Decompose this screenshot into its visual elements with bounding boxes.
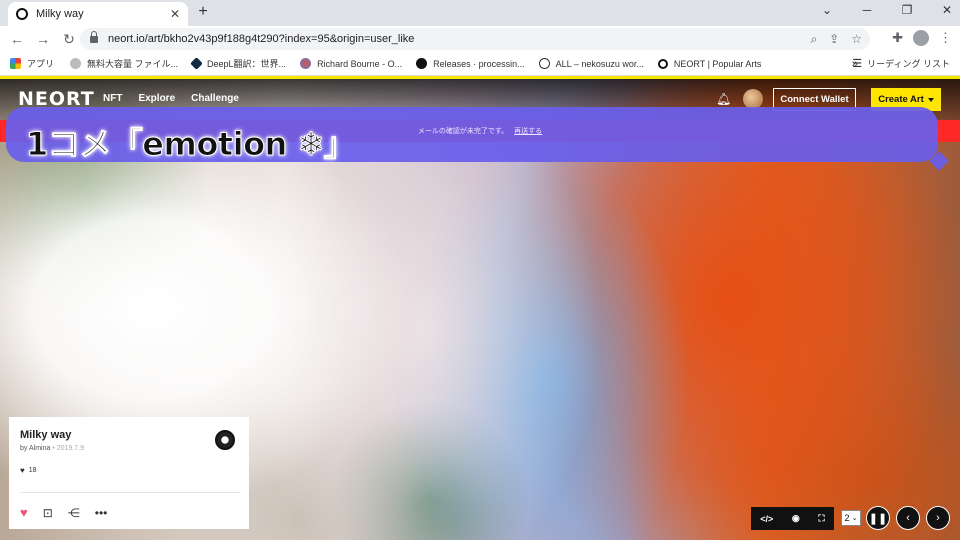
artwork-byline: by Almina • 2019.7.9 [20, 445, 84, 452]
neort-favicon-icon [16, 8, 28, 20]
caret-down-icon [927, 97, 934, 102]
close-window-button[interactable]: ✕ [940, 3, 954, 17]
bookmark-label: NEORT | Popular Arts [673, 58, 762, 69]
view-code-icon[interactable]: </> [760, 514, 773, 524]
reading-list-label: リーディング リスト [867, 59, 950, 69]
url-text: neort.io/art/bkho2v43p9f188g4t290?index=… [108, 33, 415, 45]
card-actions: ♥ ⊡ ⋲ ••• [20, 505, 107, 520]
browser-toolbar: ← → ↻ neort.io/art/bkho2v43p9f188g4t290?… [0, 26, 960, 52]
bookmark-deepl[interactable]: DeepL翻訳：世界... [190, 57, 287, 70]
author-logo-icon[interactable] [215, 430, 235, 450]
create-art-label: Create Art [878, 94, 924, 105]
neort-icon [657, 58, 668, 69]
bookmarks-bar: アプリ 無料大容量 ファイル... DeepL翻訳：世界... Richard … [0, 52, 960, 76]
reading-list-icon: ☰ [852, 58, 863, 70]
next-artwork-button[interactable]: › [926, 506, 950, 530]
minimize-button[interactable]: ─ [860, 3, 874, 17]
share-icon[interactable]: ⋲ [68, 506, 80, 520]
profile-avatar-icon[interactable] [913, 30, 929, 46]
bookmark-label: Richard Bourne - O... [317, 58, 403, 69]
reload-button[interactable]: ↻ [56, 31, 82, 48]
file-storage-icon [70, 58, 82, 69]
lock-icon [90, 30, 98, 43]
bookmark-richard-bourne[interactable]: Richard Bourne - O... [300, 58, 402, 69]
eye-icon[interactable]: ◉ [792, 513, 800, 524]
chevron-down-icon: ⌄ [851, 515, 858, 522]
like-count: ♥ 18 [20, 466, 37, 475]
zoom-icon[interactable]: ⌕ [810, 32, 817, 47]
close-tab-icon[interactable]: ✕ [170, 7, 180, 21]
bookmark-processing-releases[interactable]: Releases · processin... [416, 58, 525, 69]
bookmark-label: Releases · processin... [433, 58, 525, 69]
address-bar[interactable]: neort.io/art/bkho2v43p9f188g4t290?index=… [80, 28, 870, 50]
resolution-select[interactable]: 2 ⌄ [841, 510, 861, 526]
bookmark-label: 無料大容量 ファイル... [87, 59, 179, 69]
author-prefix: by [20, 445, 28, 452]
heart-small-icon: ♥ [20, 466, 25, 475]
fullscreen-icon[interactable]: ⛶ [818, 513, 824, 524]
restore-button[interactable]: ❐ [900, 3, 914, 17]
bookmark-file-storage[interactable]: 無料大容量 ファイル... [70, 57, 178, 70]
nav-nft[interactable]: NFT [103, 93, 122, 104]
more-options-icon[interactable]: ••• [95, 506, 108, 520]
deepl-icon [190, 57, 203, 70]
pause-icon: ❚❚ [868, 512, 888, 525]
browser-tab[interactable]: Milky way ✕ [8, 2, 188, 26]
artwork-info-card: Milky way by Almina • 2019.7.9 ♥ 18 ♥ ⊡ … [9, 417, 249, 529]
nekosuzu-icon [538, 58, 550, 69]
chevron-left-icon: ‹ [906, 512, 910, 524]
bookmark-star-icon[interactable]: ☆ [851, 32, 862, 47]
browser-tab-bar: Milky way ✕ + ⌄ ─ ❐ ✕ [0, 0, 960, 26]
new-tab-button[interactable]: + [194, 3, 212, 21]
bookmark-apps[interactable]: アプリ [10, 57, 54, 70]
notification-bell-icon[interactable]: 🔔︎ [716, 92, 731, 106]
user-avatar[interactable] [743, 89, 763, 109]
forward-button[interactable]: → [30, 31, 56, 47]
bookmark-label: ALL – nekosuzu wor... [555, 58, 644, 69]
extensions-puzzle-icon[interactable]: ✚ [892, 30, 903, 46]
like-heart-icon[interactable]: ♥ [20, 505, 28, 520]
bookmark-label: DeepL翻訳：世界... [207, 59, 287, 69]
apps-grid-icon [10, 58, 21, 69]
like-count-value: 18 [28, 467, 37, 474]
github-icon [416, 58, 428, 69]
nav-explore[interactable]: Explore [138, 93, 175, 104]
browser-menu-icon[interactable]: ⋮ [939, 30, 952, 46]
reading-list-button[interactable]: ☰ リーディング リスト [852, 57, 950, 70]
back-button[interactable]: ← [4, 31, 30, 47]
add-to-collection-icon[interactable]: ⊡ [43, 506, 53, 520]
banner-message: メールの確認が未完了です。 [417, 128, 509, 135]
bookmark-label: アプリ [27, 59, 55, 69]
resend-link[interactable]: 再送する [514, 128, 542, 135]
comment-overlay-caption: 1コメ「emotion ❄」 [25, 125, 356, 164]
site-nav: NFT Explore Challenge [103, 93, 239, 104]
chevron-right-icon: › [936, 512, 940, 524]
viewer-control-bar: </> ◉ ⛶ [751, 507, 834, 530]
tab-search-icon[interactable]: ⌄ [820, 3, 834, 17]
nav-challenge[interactable]: Challenge [191, 93, 239, 104]
bookmark-nekosuzu[interactable]: ALL – nekosuzu wor... [538, 58, 644, 69]
tab-title: Milky way [36, 8, 84, 20]
resolution-value: 2 [844, 513, 850, 523]
artwork-title: Milky way [20, 429, 72, 441]
pause-button[interactable]: ❚❚ [866, 506, 890, 530]
bookmark-neort-popular[interactable]: NEORT | Popular Arts [657, 58, 762, 69]
richard-bourne-icon [300, 58, 312, 69]
window-controls: ⌄ ─ ❐ ✕ [820, 3, 954, 17]
card-divider [20, 492, 240, 493]
previous-artwork-button[interactable]: ‹ [896, 506, 920, 530]
artwork-date: 2019.7.9 [56, 445, 84, 452]
share-icon[interactable]: ⇪ [829, 32, 839, 47]
author-name[interactable]: Almina [29, 445, 50, 452]
